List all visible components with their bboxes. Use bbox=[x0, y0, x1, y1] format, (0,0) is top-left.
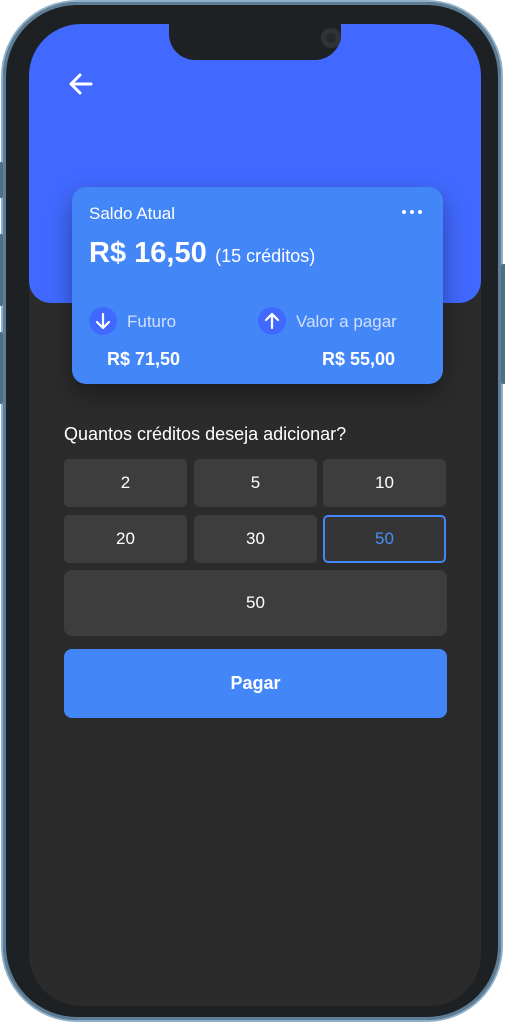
notch bbox=[169, 24, 341, 60]
front-camera bbox=[321, 28, 341, 48]
more-horizontal-icon bbox=[402, 210, 406, 214]
credit-option-30[interactable]: 30 bbox=[194, 515, 317, 563]
credit-option-20[interactable]: 20 bbox=[64, 515, 187, 563]
arrow-left-icon bbox=[69, 73, 93, 95]
silent-switch bbox=[0, 162, 3, 198]
credit-option-50-selected[interactable]: 50 bbox=[323, 515, 446, 563]
card-menu-button[interactable] bbox=[400, 203, 424, 221]
power-button bbox=[501, 264, 505, 384]
credit-option-2[interactable]: 2 bbox=[64, 459, 187, 507]
credits-question: Quantos créditos deseja adicionar? bbox=[64, 424, 347, 444]
balance-amount: R$ 16,50 bbox=[89, 237, 207, 269]
back-button[interactable] bbox=[65, 68, 97, 100]
balance-credits: (15 créditos) bbox=[215, 246, 316, 266]
future-value: R$ 71,50 bbox=[107, 349, 181, 369]
volume-down-button bbox=[0, 332, 3, 404]
to-pay-value: R$ 55,00 bbox=[322, 349, 396, 369]
volume-up-button bbox=[0, 234, 3, 306]
phone-frame: Saldo Atual R$ 16,50 (15 créditos) Futur… bbox=[0, 2, 505, 1020]
current-balance: R$ 16,50 (15 créditos) bbox=[89, 237, 315, 270]
future-label: Futuro bbox=[127, 312, 177, 331]
to-pay-label: Valor a pagar bbox=[296, 312, 397, 331]
credit-option-10[interactable]: 10 bbox=[323, 459, 446, 507]
credit-option-5[interactable]: 5 bbox=[194, 459, 317, 507]
app-screen: Saldo Atual R$ 16,50 (15 créditos) Futur… bbox=[29, 24, 481, 1006]
arrow-down-icon bbox=[89, 307, 117, 335]
pay-button[interactable]: Pagar bbox=[64, 649, 447, 718]
balance-card: Saldo Atual R$ 16,50 (15 créditos) Futur… bbox=[72, 187, 443, 384]
card-title: Saldo Atual bbox=[89, 204, 176, 223]
arrow-up-icon bbox=[258, 307, 286, 335]
custom-credit-amount[interactable]: 50 bbox=[64, 570, 447, 636]
